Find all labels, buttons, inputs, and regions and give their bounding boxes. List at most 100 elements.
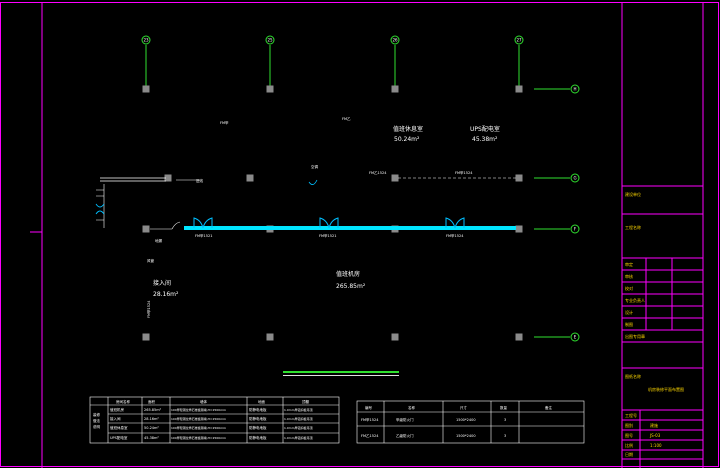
room-table-cell-2-3: 防静电地板: [249, 425, 267, 430]
room-labels: 值班休息室 50.24m² UPS配电室 45.38m² 值班机房 265.85…: [153, 125, 500, 298]
equipment-bar: [283, 371, 399, 373]
axis-bubble-3: 26: [390, 35, 400, 45]
note-i: 地漏: [155, 238, 162, 243]
door-table-header-4: 数量: [500, 405, 508, 410]
note-j: FM甲1524: [147, 300, 151, 318]
room-area-3: 265.85m²: [336, 283, 366, 290]
room-table-cell-0-2: 100厚轻钢龙骨石膏板隔墙,H=2500mm: [171, 407, 226, 412]
bottom-key-1: 工程号: [625, 412, 637, 418]
note-a: FM甲: [220, 121, 229, 125]
axis-label-4: 27: [516, 38, 522, 43]
room-table-cell-1-1: 28.16m²: [144, 417, 159, 421]
axis-grid-top: 23 25 26 27: [141, 35, 524, 88]
column: [391, 174, 399, 182]
sign-row-6: 制图: [625, 321, 633, 327]
title-block: 建设单位 工程名称 审定 审核 校对 专业负责人 设计 制图 出图专用章 图纸名…: [625, 191, 684, 457]
room-table-cell-3-3: 防静电地板: [249, 435, 267, 440]
drawing-name-label: 图纸名称: [625, 373, 641, 379]
room-table-cell-0-0: 值班机房: [110, 407, 124, 412]
room-table-cell-1-2: 100厚轻钢龙骨石膏板隔墙,H=2500mm: [171, 416, 226, 421]
door-table-cell-1-3: 3: [504, 434, 506, 438]
room-table-cell-0-3: 防静电地板: [249, 407, 267, 412]
bottom-key-3: 图号: [625, 432, 633, 438]
room-table-cell-3-2: 100厚轻钢龙骨石膏板隔墙,H=2500mm: [171, 435, 226, 440]
room-name-3: 值班机房: [336, 270, 360, 278]
bottom-val-3: JS-03: [649, 433, 661, 438]
room-table-header-1: 房间名称: [116, 399, 130, 404]
sign-row-3: 校对: [625, 285, 633, 291]
door-table-header-1: 编号: [365, 405, 373, 410]
drawing-name: 机房装修平面布置图: [648, 386, 684, 392]
column: [515, 333, 523, 341]
sign-row-2: 审核: [625, 273, 633, 279]
door-4: [308, 179, 318, 185]
axis-label-3: 26: [392, 38, 398, 43]
column: [515, 225, 523, 233]
door-table-cell-1-0: FM乙1524: [361, 433, 379, 438]
door-schedule-table: 编号 名称 尺寸 数量 备注 FM甲1524 甲级防火门 1500*2400 3…: [356, 400, 585, 444]
room-name-2: UPS配电室: [470, 125, 500, 133]
note-f: FM甲1521: [319, 234, 336, 238]
room-table-cell-1-3: 防静电地板: [249, 416, 267, 421]
room-table-side-3: 说明: [93, 424, 100, 429]
column: [391, 85, 399, 93]
room-table-cell-1-0: 接入间: [110, 416, 121, 421]
small-door-arc: [171, 221, 181, 230]
bottom-key-5: 日期: [625, 451, 633, 457]
column: [515, 85, 523, 93]
room-table-header-2: 面积: [148, 399, 155, 404]
room-table-header-3: 墙体: [200, 399, 207, 404]
room-name-4: 接入间: [153, 279, 171, 287]
column: [142, 333, 150, 341]
door-table-header-2: 名称: [408, 405, 416, 410]
door-table-cell-1-2: 1500*2400: [456, 434, 476, 438]
note-e: FM甲1521: [195, 234, 212, 238]
axis-bubble-right-1: H: [570, 84, 580, 94]
axis-bubble-right-3: F: [570, 224, 580, 234]
bottom-key-4: 比例: [625, 442, 633, 448]
door-table-cell-0-1: 甲级防火门: [396, 417, 414, 422]
room-table-cell-3-1: 45.38m²: [144, 436, 159, 440]
axis-bubble-right-2: G: [570, 173, 580, 183]
column: [142, 85, 150, 93]
room-table-header-5: 顶棚: [302, 399, 310, 404]
room-table-cell-3-0: UPS配电室: [110, 435, 128, 440]
door-table-cell-0-0: FM甲1524: [361, 418, 379, 422]
note-g: FM甲1524: [446, 234, 464, 238]
note-c: FM乙1524: [369, 170, 387, 175]
room-area-4: 28.16m²: [153, 291, 179, 298]
axis-bubble-2: 25: [265, 35, 275, 45]
axis-bubble-1: 23: [141, 35, 151, 45]
sign-row-1: 审定: [625, 261, 633, 267]
door-table-cell-0-2: 1500*2400: [456, 418, 476, 422]
column: [246, 174, 254, 182]
axis-grid-right: H G F E: [534, 84, 580, 342]
sign-row-5: 设计: [625, 309, 633, 315]
title-field-2: 工程名称: [625, 224, 641, 230]
bottom-val-2: 建施: [650, 422, 658, 428]
note-l: 进线: [196, 178, 203, 183]
entry-door-arcs: [95, 203, 105, 215]
room-table-cell-0-4: 1.0mm厚铝扣板吊顶: [284, 407, 313, 412]
room-table-cell-2-0: 值班休息室: [110, 425, 128, 430]
column: [266, 85, 274, 93]
bottom-key-2: 图别: [625, 422, 633, 428]
partition-wall: [184, 226, 516, 230]
stamp-label: 出图专用章: [625, 333, 645, 339]
walls: [95, 177, 516, 230]
room-table-cell-0-1: 265.85m²: [144, 408, 162, 412]
title-field-1: 建设单位: [625, 191, 641, 197]
axis-label-2: 25: [267, 38, 273, 43]
door-table-header-3: 尺寸: [460, 405, 468, 410]
room-schedule-table: 房间名称 面积 墙体 地面 顶棚 装修 做法 说明 值班机房 265.85m² …: [89, 396, 340, 444]
doors: [193, 179, 465, 229]
room-table-side-1: 装修: [93, 412, 100, 417]
equipment-bar-base: [283, 375, 399, 376]
axis-right-label-4: E: [574, 335, 577, 340]
columns: [142, 85, 523, 341]
room-table-cell-3-4: 1.0mm厚铝扣板吊顶: [284, 435, 313, 440]
sign-row-4: 专业负责人: [625, 297, 645, 303]
room-table-side-2: 做法: [93, 418, 100, 423]
room-name-1: 值班休息室: [393, 125, 423, 133]
axis-bubble-right-4: E: [570, 332, 580, 342]
